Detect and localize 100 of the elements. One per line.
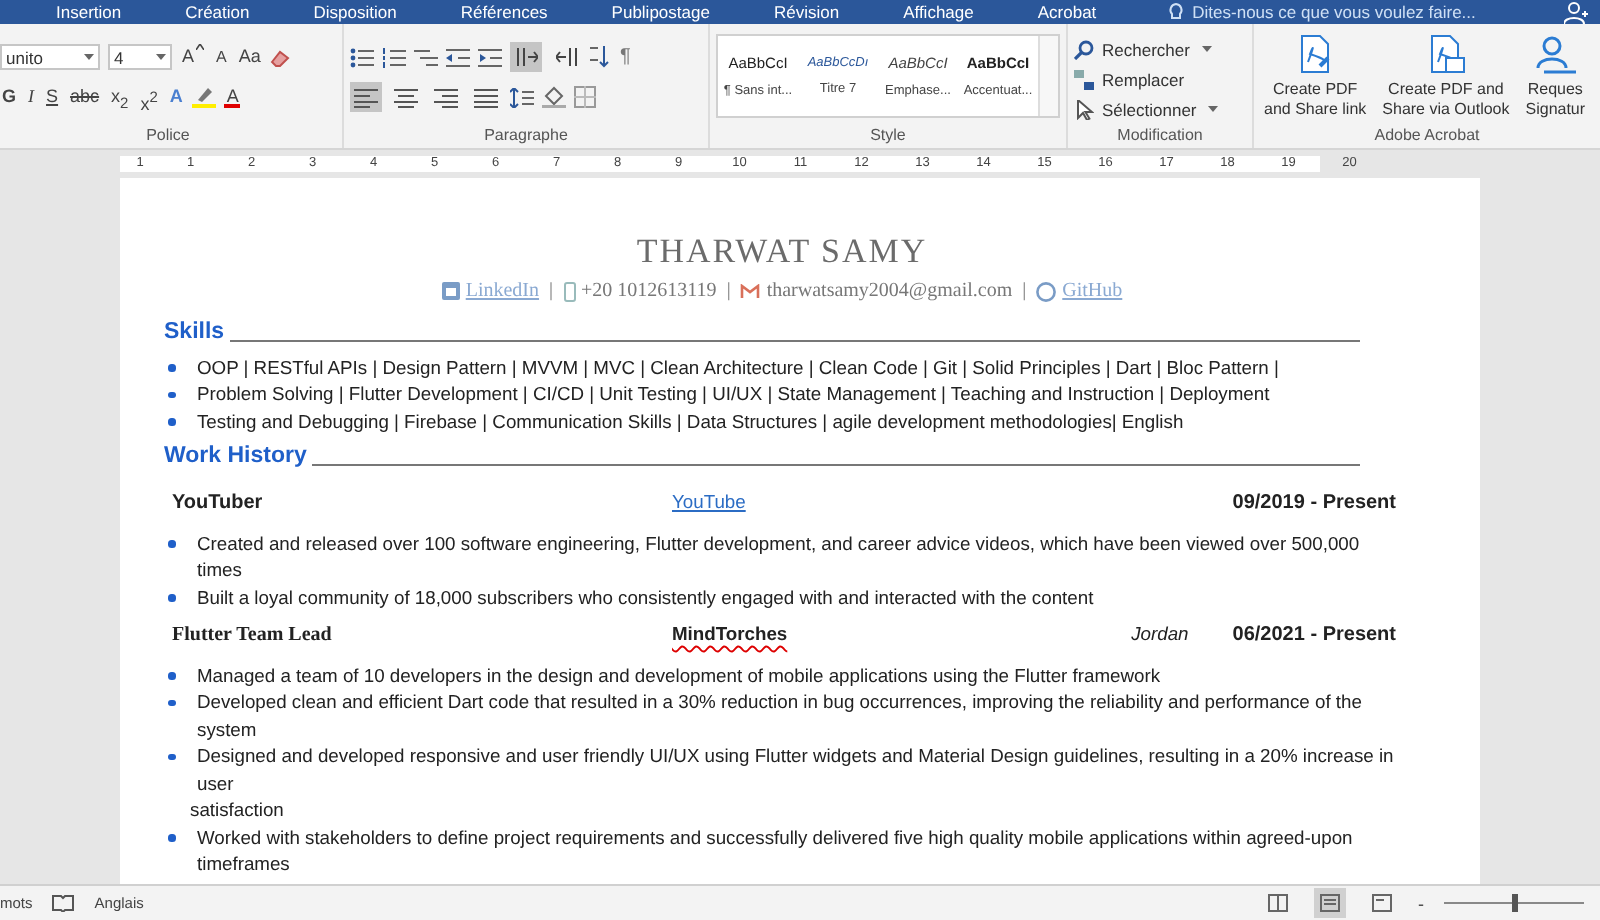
group-label: Paragraphe: [482, 124, 570, 148]
highlighter-icon[interactable]: [192, 86, 217, 108]
font-name-field[interactable]: unito: [0, 44, 100, 70]
editing-button[interactable]: Remplacer: [1074, 66, 1246, 92]
job-bullet-text: Managed a team of 10 developers in the design and development of mobile applications using the Flutter framework: [197, 661, 1161, 688]
job-dates: 06/2021 - Present: [1232, 622, 1396, 649]
search-icon: [1074, 39, 1094, 59]
subscript-button[interactable]: x$_{2}$: [109, 84, 131, 110]
group-label: Style: [868, 124, 908, 148]
sort-icon[interactable]: [590, 46, 610, 68]
caret-icon: [196, 44, 205, 50]
github-icon: [1036, 281, 1057, 302]
person-icon: [1535, 34, 1576, 74]
lightbulb-icon: [1168, 2, 1185, 22]
skills-line: Testing and Debugging | Firebase | Communication Skills | Data Structures | agile development methodologies| English: [197, 407, 1184, 434]
job-location: Jordan: [1131, 620, 1189, 647]
person-icon[interactable]: [1564, 1, 1588, 23]
cursor-icon: [1074, 99, 1094, 119]
superscript-button[interactable]: x$^{2}$: [138, 84, 160, 110]
job-title: YouTuber: [172, 490, 265, 517]
acrobat-button[interactable]: Create PDF and Share link: [1260, 30, 1371, 124]
shading-icon[interactable]: [542, 86, 566, 108]
document-icon: [1425, 34, 1466, 74]
bullet-icon: [168, 418, 175, 425]
ribbon-tab[interactable]: Acrobat: [1005, 0, 1129, 24]
contact-text: tharwatsamy2004@gmail.com: [766, 278, 1013, 305]
job-dates: 09/2019 - Present: [1232, 490, 1396, 517]
job-bullet-text: Created and released over 100 software engineering, Flutter development, and career advice videos, which have been viewed over 500,000 times: [197, 529, 1362, 583]
tell-me-field[interactable]: Dites-nous ce que vous voulez faire...: [1192, 2, 1533, 22]
phone-icon: [563, 281, 576, 302]
increase-indent-icon[interactable]: [478, 47, 502, 67]
underline-button[interactable]: S: [44, 84, 61, 110]
group-label: Adobe Acrobat: [1372, 124, 1482, 148]
bullet-icon: [168, 753, 175, 760]
group-label: Modification: [1115, 124, 1205, 148]
font-color-button[interactable]: A: [224, 86, 241, 108]
job-bullet-text: Worked with stakeholders to define project requirements and successfully delivered five high quality mobile applications within agreed-upon timeframes: [197, 823, 1355, 877]
continuation-text: satisfaction: [188, 796, 286, 823]
grow-font-button[interactable]: A: [180, 44, 207, 70]
separator-text: |: [549, 278, 554, 305]
view-button[interactable]: [1366, 888, 1398, 918]
eraser-icon[interactable]: [270, 47, 291, 67]
bullet-icon: [168, 834, 175, 841]
view-button[interactable]: [1314, 888, 1346, 918]
ribbon-tab[interactable]: Publipostage: [579, 0, 742, 24]
font-size-field[interactable]: 4: [108, 44, 172, 70]
job-bullet-text: Built a loyal community of 18,000 subscribers who consistently engaged with and interacted with the content: [197, 583, 1094, 610]
gallery-scrollbar[interactable]: [1038, 36, 1058, 116]
change-case-button[interactable]: Aa: [236, 44, 263, 70]
caret-icon: [1201, 46, 1212, 52]
bullet-icon: [168, 540, 175, 547]
acrobat-button[interactable]: Reques Signatur: [1521, 30, 1590, 124]
section-heading: Skills: [164, 317, 225, 345]
text-direction-button[interactable]: [550, 42, 582, 72]
ribbon-tab[interactable]: Affichage: [871, 0, 1006, 24]
editing-button[interactable]: Sélectionner: [1074, 96, 1246, 122]
multilevel-list-icon[interactable]: [414, 47, 438, 67]
editing-button[interactable]: Rechercher: [1074, 36, 1246, 62]
bullet-icon: [168, 594, 175, 601]
replace-icon: [1074, 69, 1094, 89]
company-link[interactable]: YouTube: [672, 490, 746, 512]
view-button[interactable]: [1262, 888, 1294, 918]
mail-icon: [740, 283, 761, 300]
skills-line: Problem Solving | Flutter Development | CI/CD | Unit Testing | UI/UX | State Management | Teaching and Instruction | Deployment: [197, 380, 1270, 407]
bullet-icon: [168, 672, 175, 679]
caret-icon: [1208, 106, 1219, 112]
show-formatting-button[interactable]: ¶: [618, 44, 633, 70]
separator-text: |: [1022, 278, 1027, 305]
job-bullet-text: Developed clean and efficient Dart code that resulted in a 30% reduction in bug occurrences, improving the reliability and performance of the system: [197, 688, 1364, 742]
ribbon-tab[interactable]: Insertion: [24, 0, 154, 24]
borders-icon[interactable]: [574, 86, 596, 108]
zoom-slider[interactable]: [1512, 894, 1518, 912]
linkedin-icon: [441, 282, 460, 301]
ribbon-tab[interactable]: Disposition: [281, 0, 429, 24]
bullet-icon: [168, 699, 175, 706]
ribbon-tab[interactable]: Révision: [741, 0, 872, 24]
caret-icon[interactable]: [84, 54, 94, 60]
align-button[interactable]: [350, 82, 382, 112]
resume-name: THARWAT SAMY: [634, 230, 930, 274]
ribbon-tab[interactable]: Références: [428, 0, 580, 24]
section-heading: Work History: [164, 442, 307, 470]
text-direction-button[interactable]: [510, 42, 542, 72]
skills-line: OOP | RESTful APIs | Design Pattern | MVVM | MVC | Clean Architecture | Clean Code | Git | Solid Principles | Dart | Bloc Pattern |: [197, 353, 1279, 380]
separator-text: |: [726, 278, 731, 305]
zoom-out-button[interactable]: -: [1418, 893, 1424, 913]
shrink-font-button[interactable]: A: [214, 44, 229, 70]
acrobat-button[interactable]: Create PDF and Share via Outlook: [1378, 30, 1514, 124]
bullet-icon: [168, 364, 175, 371]
bold-button[interactable]: G: [0, 84, 19, 110]
bullet-list-icon[interactable]: [350, 47, 374, 67]
book-icon[interactable]: [52, 894, 75, 912]
decrease-indent-icon[interactable]: [446, 47, 470, 67]
text-effects-button[interactable]: A: [167, 84, 185, 110]
strikethrough-button[interactable]: abc: [68, 84, 102, 110]
ribbon-tab[interactable]: Création: [153, 0, 282, 24]
line-spacing-icon[interactable]: [510, 87, 534, 107]
caret-icon[interactable]: [156, 54, 166, 60]
contact-text: +20 1012613119: [581, 278, 717, 305]
italic-button[interactable]: I: [26, 84, 37, 110]
numbered-list-icon[interactable]: [382, 47, 406, 67]
